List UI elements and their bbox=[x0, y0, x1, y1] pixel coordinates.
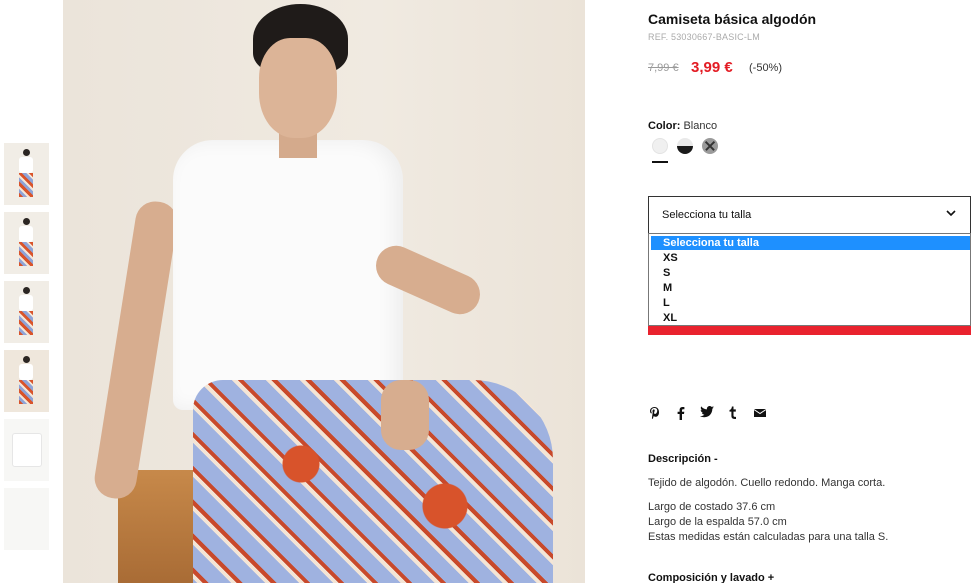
size-option-placeholder[interactable]: Selecciona tu talla bbox=[651, 236, 970, 250]
thumbnail-2[interactable] bbox=[4, 212, 49, 274]
thumbnail-3[interactable] bbox=[4, 281, 49, 343]
size-option-l[interactable]: L bbox=[651, 296, 970, 310]
original-price: 7,99 € bbox=[648, 62, 679, 74]
color-label-prefix: Color: bbox=[648, 120, 681, 132]
product-info-panel: Camiseta básica algodón REF. 53030667-BA… bbox=[648, 0, 971, 583]
sale-price: 3,99 € bbox=[691, 59, 733, 76]
product-title: Camiseta básica algodón bbox=[648, 11, 817, 27]
facebook-icon[interactable] bbox=[677, 406, 685, 423]
thumbnail-4[interactable] bbox=[4, 350, 49, 412]
back-length: Largo de la espalda 57.0 cm bbox=[648, 516, 787, 528]
thumbnail-list bbox=[4, 143, 50, 557]
description-text: Tejido de algodón. Cuello redondo. Manga… bbox=[648, 477, 886, 489]
discount-badge: (-50%) bbox=[749, 62, 783, 74]
twitter-icon[interactable] bbox=[700, 406, 714, 421]
color-swatch-white[interactable] bbox=[652, 138, 668, 154]
tumblr-icon[interactable] bbox=[729, 406, 737, 422]
color-swatch-black-white[interactable] bbox=[677, 138, 693, 154]
product-reference: REF. 53030667-BASIC-LM bbox=[648, 32, 760, 42]
selected-color-name: Blanco bbox=[683, 120, 718, 132]
size-option-m[interactable]: M bbox=[651, 281, 970, 295]
selected-swatch-indicator bbox=[652, 161, 668, 163]
mail-icon[interactable] bbox=[753, 406, 767, 421]
pinterest-icon[interactable] bbox=[649, 406, 660, 423]
side-length: Largo de costado 37.6 cm bbox=[648, 501, 776, 513]
size-option-xs[interactable]: XS bbox=[651, 251, 970, 265]
measurements-note: Estas medidas están calculadas para una … bbox=[648, 531, 889, 543]
size-option-xl[interactable]: XL bbox=[651, 311, 970, 325]
add-to-cart-button[interactable] bbox=[648, 326, 971, 335]
description-heading[interactable]: Descripción - bbox=[648, 453, 718, 465]
thumbnail-6[interactable] bbox=[4, 488, 49, 550]
chevron-down-icon bbox=[946, 210, 956, 217]
size-select[interactable]: Selecciona tu talla bbox=[648, 196, 971, 234]
color-label: Color: Blanco bbox=[648, 120, 717, 132]
composition-heading[interactable]: Composición y lavado + bbox=[648, 572, 774, 583]
size-select-label: Selecciona tu talla bbox=[662, 209, 752, 221]
size-dropdown-list: Selecciona tu talla XS S M L XL bbox=[648, 233, 971, 326]
size-option-s[interactable]: S bbox=[651, 266, 970, 280]
color-swatch-grey-unavailable[interactable] bbox=[702, 138, 718, 154]
product-main-image bbox=[63, 0, 585, 583]
thumbnail-5[interactable] bbox=[4, 419, 49, 481]
thumbnail-1[interactable] bbox=[4, 143, 49, 205]
